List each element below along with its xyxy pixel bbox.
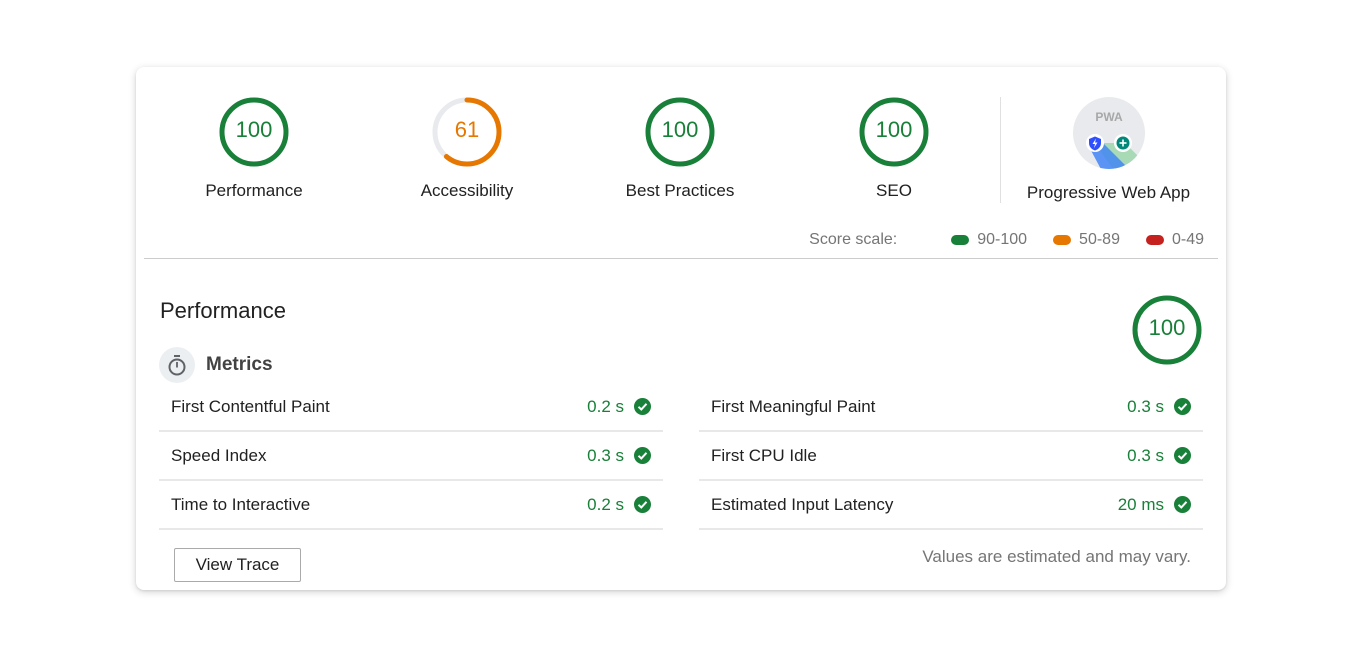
gauge-label: Performance [205, 181, 303, 200]
gauge-label: Best Practices [625, 181, 735, 200]
gauge-score: 61 [454, 117, 480, 142]
gauge-score: 100 [661, 117, 699, 142]
pass-pill-icon [951, 235, 970, 245]
estimate-note: Values are estimated and may vary. [922, 547, 1191, 566]
score-scale: Score scale: 90-100 50-89 0-49 [809, 231, 1204, 249]
gauge-seo[interactable]: 100 SEO [814, 97, 974, 201]
score-scale-fail: 0-49 [1145, 231, 1204, 249]
section-divider [144, 258, 1218, 259]
gauge-score: 100 [1148, 315, 1186, 340]
metric-value: 20 ms [1117, 494, 1164, 514]
metric-row: Speed Index 0.3 s [159, 432, 663, 481]
metrics-list-left: First Contentful Paint 0.2 s Speed Index… [159, 383, 663, 530]
check-icon [634, 496, 651, 513]
gauge-score: 100 [235, 117, 273, 142]
metric-row: Estimated Input Latency 20 ms [699, 481, 1203, 530]
metric-name: First Meaningful Paint [711, 396, 876, 416]
metric-value: 0.2 s [587, 494, 624, 514]
scale-range-label: 50-89 [1079, 231, 1120, 248]
gauge-best-practices[interactable]: 100 Best Practices [600, 97, 760, 201]
score-scale-average: 50-89 [1053, 231, 1120, 249]
check-icon [634, 398, 651, 415]
metric-name: Estimated Input Latency [711, 494, 894, 514]
metric-row: First Meaningful Paint 0.3 s [699, 383, 1203, 432]
gauge-score: 100 [875, 117, 913, 142]
gauge-accessibility[interactable]: 61 Accessibility [387, 97, 547, 201]
section-title: Performance [160, 298, 286, 323]
gauge-performance[interactable]: 100 Performance [174, 97, 334, 201]
pwa-badge-icon: PWA [1072, 97, 1145, 169]
metric-name: First CPU Idle [711, 445, 817, 465]
check-icon [1174, 496, 1191, 513]
metric-value: 0.3 s [1127, 396, 1164, 416]
metrics-list-right: First Meaningful Paint 0.3 s First CPU I… [699, 383, 1203, 530]
metric-row: First CPU Idle 0.3 s [699, 432, 1203, 481]
scale-range-label: 0-49 [1171, 231, 1204, 248]
metric-value: 0.3 s [1127, 445, 1164, 465]
performance-section-gauge: 100 [1132, 295, 1202, 365]
scale-range-label: 90-100 [977, 231, 1028, 248]
metrics-header: Metrics [159, 347, 273, 383]
metric-value: 0.3 s [587, 445, 624, 465]
metric-name: Time to Interactive [171, 494, 311, 514]
pwa-badge-text: PWA [1095, 110, 1123, 124]
divider [1000, 97, 1001, 203]
score-scale-pass: 90-100 [951, 231, 1027, 249]
metrics-heading: Metrics [206, 354, 273, 375]
gauge-label: Accessibility [420, 181, 514, 200]
average-pill-icon [1053, 235, 1072, 245]
metric-name: Speed Index [171, 445, 267, 465]
fail-pill-icon [1145, 235, 1164, 245]
check-icon [1174, 398, 1191, 415]
stopwatch-icon [159, 347, 195, 383]
metric-value: 0.2 s [587, 396, 624, 416]
gauge-pwa[interactable]: PWA Progressive Web App [1011, 97, 1206, 203]
metric-row: Time to Interactive 0.2 s [159, 481, 663, 530]
gauge-label: Progressive Web App [1026, 183, 1191, 202]
metric-row: First Contentful Paint 0.2 s [159, 383, 663, 432]
lighthouse-report-card: 100 Performance 61 Accessibility 100 Bes… [136, 67, 1226, 590]
check-icon [1174, 447, 1191, 464]
check-icon [634, 447, 651, 464]
view-trace-button[interactable]: View Trace [174, 548, 301, 582]
score-scale-title: Score scale: [809, 231, 898, 248]
gauge-label: SEO [876, 181, 912, 200]
metric-name: First Contentful Paint [171, 396, 330, 416]
